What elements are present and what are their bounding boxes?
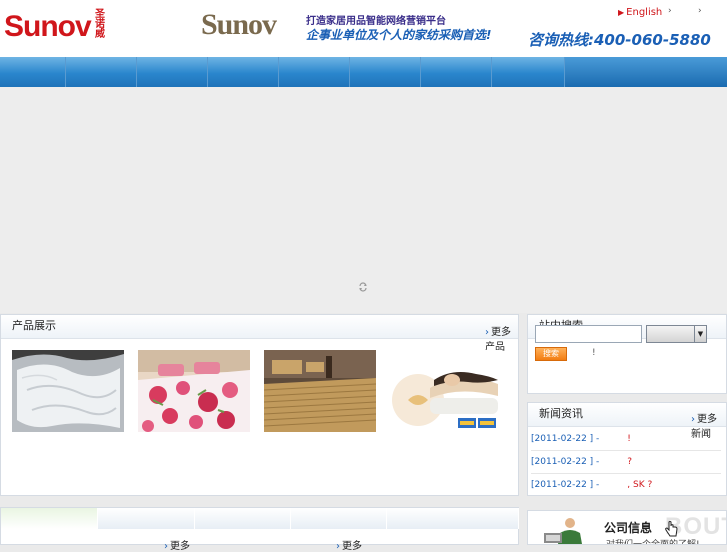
banner-area <box>0 87 727 313</box>
chevron-right-icon: › <box>698 6 702 16</box>
site-logo-cn: 圣诺威 <box>95 9 105 40</box>
info-subtitle: 对我们一个全面的了解! <box>606 540 700 545</box>
news-panel: 新闻资讯 › 更多新闻 [2011-02-22 ] -! [2011-02-22 … <box>527 402 727 496</box>
products-panel-header: 产品展示 › 更多产品 <box>1 315 518 353</box>
search-category-select[interactable]: ▼ <box>646 325 707 343</box>
search-button[interactable]: 搜索 <box>535 347 567 361</box>
nav-item-1[interactable] <box>0 57 66 87</box>
search-input[interactable] <box>535 325 642 343</box>
content-tabs: › 更多 › 更多 <box>0 507 519 552</box>
site-logo[interactable]: Sunov <box>4 10 92 44</box>
hand-pointer-icon <box>665 521 678 537</box>
language-link-2[interactable]: › <box>668 6 672 16</box>
header: Sunov 圣诺威 Sunov 打造家居用品智能网络营销平台 企事业单位及个人的… <box>0 0 727 57</box>
language-link-3[interactable]: › <box>698 6 702 16</box>
news-title: 新闻资讯 <box>539 407 583 420</box>
nav-item-8[interactable] <box>492 57 565 87</box>
tab-4[interactable] <box>291 508 387 529</box>
nav-item-active[interactable] <box>565 57 727 87</box>
news-item[interactable]: [2011-02-22 ] -, SK ? <box>531 480 652 490</box>
search-note: ! <box>592 348 596 358</box>
nav-item-6[interactable] <box>350 57 421 87</box>
businessman-image <box>544 518 582 544</box>
slogan-logo: Sunov <box>201 8 277 41</box>
hotline: 咨询热线:400-060-5880 <box>528 31 711 49</box>
company-info-box[interactable]: BOUT 公司信息 对我们一个全面的了解! <box>527 510 727 545</box>
product-image-memory-pillow[interactable] <box>390 350 502 432</box>
search-panel: 站内搜索 ▼ 搜索 ! <box>527 314 727 394</box>
chevron-right-icon: › <box>668 6 672 16</box>
nav-item-5[interactable] <box>279 57 350 87</box>
product-image-floral-bedding[interactable] <box>138 350 250 432</box>
more-products-link[interactable]: › 更多产品 <box>485 323 518 353</box>
products-panel: 产品展示 › 更多产品 <box>0 314 519 496</box>
product-image-white-duvet[interactable] <box>12 350 124 432</box>
info-title: 公司信息 <box>604 521 653 535</box>
chevron-right-icon: › <box>336 541 340 552</box>
divider <box>531 473 721 474</box>
nav-item-7[interactable] <box>421 57 492 87</box>
more-news-link[interactable]: › 更多新闻 <box>691 410 726 440</box>
divider <box>531 450 721 451</box>
tab-3[interactable] <box>195 508 291 529</box>
products-title: 产品展示 <box>12 319 56 332</box>
product-image-bamboo-mat[interactable] <box>264 350 376 432</box>
tab-1[interactable] <box>1 508 98 529</box>
slogan-line-2: 企事业单位及个人的家纺采购首选! <box>306 28 492 42</box>
tab-2[interactable] <box>98 508 195 529</box>
slogan-line-1: 打造家居用品智能网络营销平台 <box>306 16 446 27</box>
chevron-right-icon: › <box>485 327 489 338</box>
nav-item-2[interactable] <box>66 57 137 87</box>
loading-icon <box>359 282 367 292</box>
news-panel-header: 新闻资讯 › 更多新闻 <box>528 403 726 440</box>
english-link[interactable]: ▶ English <box>618 7 662 18</box>
news-item[interactable]: [2011-02-22 ] -? <box>531 457 632 467</box>
chevron-right-icon: › <box>164 541 168 552</box>
nav-item-4[interactable] <box>208 57 279 87</box>
main-nav <box>0 57 727 87</box>
news-item[interactable]: [2011-02-22 ] -! <box>531 434 631 444</box>
chevron-right-icon: › <box>691 414 695 425</box>
chevron-down-icon[interactable]: ▼ <box>694 326 706 342</box>
arrow-right-icon: ▶ <box>618 8 625 17</box>
nav-item-3[interactable] <box>137 57 208 87</box>
tab-5[interactable] <box>387 508 519 529</box>
